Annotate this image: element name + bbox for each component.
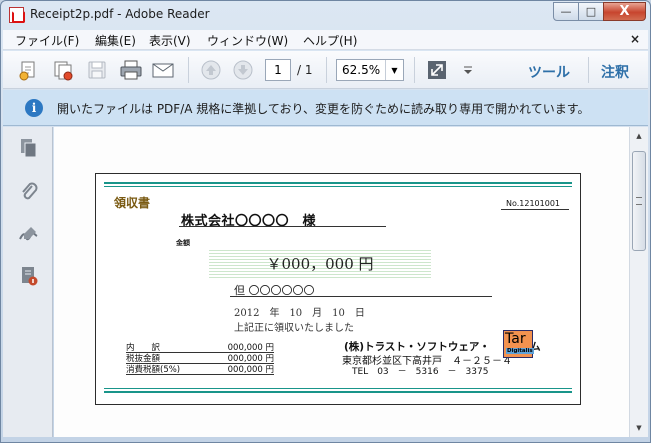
tools-button[interactable]: ツール xyxy=(528,62,570,82)
close-button[interactable]: X xyxy=(603,2,646,21)
page-number-input[interactable]: 1 xyxy=(265,59,291,81)
received-text: 上記正に領収いたしました xyxy=(234,323,354,334)
toolbar: 1 / 1 62.5% ▼ ツール 注釈 xyxy=(3,51,648,89)
menu-view[interactable]: 表示(V) xyxy=(149,32,191,49)
amount-box: ￥000，000 円 xyxy=(209,248,431,278)
purpose-underline xyxy=(230,296,492,297)
pdfa-info-bar: i 開いたファイルは PDF/A 規格に準拠しており、変更を防ぐために読み取り専… xyxy=(3,90,648,126)
minimize-button[interactable]: — xyxy=(553,2,579,21)
attachment-icon[interactable] xyxy=(17,179,41,205)
vertical-scrollbar[interactable]: ▲ ▼ xyxy=(629,127,648,437)
title-bar: Receipt2p.pdf - Adobe Reader — □ X xyxy=(1,1,650,29)
zoom-select[interactable]: 62.5% ▼ xyxy=(336,59,404,81)
comment-button[interactable]: 注釈 xyxy=(601,62,629,82)
print-icon[interactable] xyxy=(119,58,143,82)
document-properties-icon[interactable] xyxy=(17,263,41,289)
scroll-down-arrow-icon[interactable]: ▼ xyxy=(630,419,648,436)
scrollbar-grip-icon xyxy=(636,197,642,205)
scrollbar-thumb[interactable] xyxy=(632,151,646,251)
receipt-page: 領収書 No.12101001 株式会社〇〇〇〇 様 金額 ￥000，000 円… xyxy=(95,173,581,405)
fullscreen-icon[interactable] xyxy=(425,58,449,82)
info-message: 開いたファイルは PDF/A 規格に準拠しており、変更を防ぐために読み取り専用で… xyxy=(57,102,590,116)
toolbar-separator xyxy=(188,57,189,83)
menu-bar: ファイル(F) 編集(E) 表示(V) ウィンドウ(W) ヘルプ(H) × xyxy=(3,30,648,50)
email-icon[interactable] xyxy=(151,58,175,82)
scroll-up-arrow-icon[interactable]: ▲ xyxy=(630,127,648,144)
save-icon[interactable] xyxy=(85,58,109,82)
next-page-icon[interactable] xyxy=(231,58,255,82)
toolbar-separator xyxy=(326,57,327,83)
window-controls: — □ X xyxy=(553,2,646,21)
navigation-panel xyxy=(3,127,53,437)
breakdown-value: 000,000 円 xyxy=(227,365,274,375)
maximize-button[interactable]: □ xyxy=(578,2,604,21)
bottom-border-line-thin xyxy=(104,388,572,389)
signature-icon[interactable] xyxy=(17,221,41,247)
menu-file[interactable]: ファイル(F) xyxy=(15,32,79,49)
top-border-line-thin xyxy=(104,186,572,187)
pages-icon[interactable] xyxy=(17,135,41,161)
company-stamp: Tar Digitalis xyxy=(503,330,534,358)
window-title: Receipt2p.pdf - Adobe Reader xyxy=(30,7,210,21)
bottom-border-line xyxy=(104,391,572,393)
zoom-value: 62.5% xyxy=(342,63,381,77)
amount-value: ￥000，000 円 xyxy=(266,255,374,273)
breakdown-label: 消費税額(5%) xyxy=(126,365,181,375)
info-icon: i xyxy=(25,99,43,117)
document-close-icon[interactable]: × xyxy=(630,32,640,46)
combine-files-icon[interactable] xyxy=(51,58,75,82)
previous-page-icon[interactable] xyxy=(199,58,223,82)
pdf-app-icon xyxy=(9,7,25,23)
menu-help[interactable]: ヘルプ(H) xyxy=(303,32,357,49)
receipt-number-underline xyxy=(501,209,569,210)
menu-window[interactable]: ウィンドウ(W) xyxy=(207,32,288,49)
menu-edit[interactable]: 編集(E) xyxy=(95,32,136,49)
toolbar-options-icon[interactable] xyxy=(456,58,480,82)
top-border-line xyxy=(104,182,572,184)
stamp-main-text: Tar xyxy=(505,331,526,347)
page-total: / 1 xyxy=(297,63,313,77)
amount-label: 金額 xyxy=(176,239,190,247)
toolbar-separator xyxy=(414,57,415,83)
reader-window: Receipt2p.pdf - Adobe Reader — □ X ファイル(… xyxy=(0,0,651,443)
receipt-date: 2012 年 10 月 10 日 xyxy=(234,308,365,319)
receipt-number: No.12101001 xyxy=(506,199,560,208)
breakdown-row: 消費税額(5%) 000,000 円 xyxy=(126,363,274,375)
toolbar-separator xyxy=(588,57,589,83)
issuer-tel: TEL 03 － 5316 － 3375 xyxy=(352,367,489,377)
chevron-down-icon[interactable]: ▼ xyxy=(385,60,403,80)
receipt-title: 領収書 xyxy=(114,196,151,210)
create-pdf-icon[interactable] xyxy=(17,58,41,82)
recipient-underline xyxy=(179,226,386,227)
stamp-sub-text: Digitalis xyxy=(506,348,534,354)
